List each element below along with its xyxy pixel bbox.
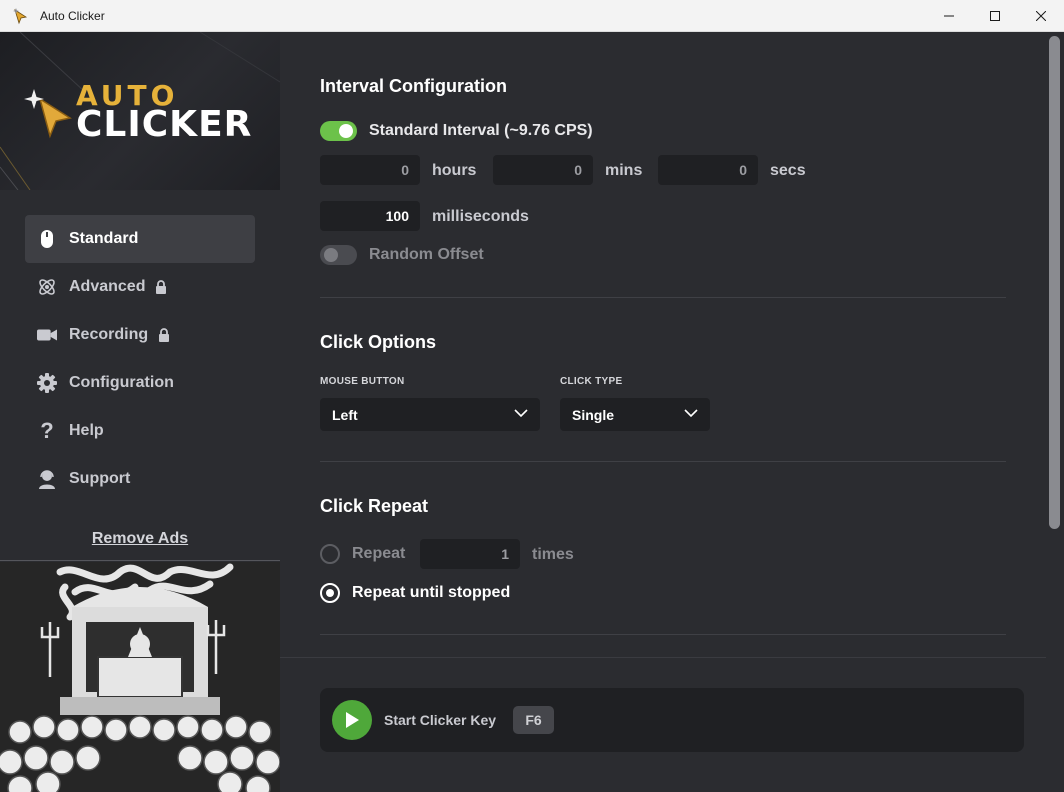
footer-divider (280, 657, 1046, 658)
toggle-knob (339, 124, 353, 138)
click-type-select[interactable]: Single (560, 398, 710, 431)
section-divider (320, 297, 1006, 298)
mouse-button-select[interactable]: Left (320, 398, 540, 431)
advertisement-image[interactable] (0, 562, 280, 792)
repeat-count-input[interactable]: 1 (420, 539, 520, 569)
title-bar: Auto Clicker (0, 0, 1064, 32)
secs-input[interactable]: 0 (658, 155, 758, 185)
atom-icon (37, 277, 57, 297)
video-camera-icon (37, 325, 57, 345)
sidebar-item-advanced[interactable]: Advanced (25, 263, 255, 311)
main-panel: Interval Configuration Standard Interval… (280, 32, 1046, 792)
mins-input[interactable]: 0 (493, 155, 593, 185)
mins-label: mins (605, 162, 643, 179)
repeat-radio[interactable] (320, 544, 340, 564)
start-clicker-panel: Start Clicker Key F6 (320, 688, 1024, 752)
sidebar-item-configuration[interactable]: Configuration (25, 359, 255, 407)
support-agent-icon (37, 469, 57, 489)
logo-text-clicker: CLICKER (76, 104, 253, 145)
ad-divider (0, 560, 280, 561)
milliseconds-input[interactable]: 100 (320, 201, 420, 231)
app-icon (13, 8, 28, 25)
gear-icon (37, 373, 57, 393)
milliseconds-label: milliseconds (432, 208, 529, 225)
close-icon (1036, 11, 1046, 21)
chevron-down-icon (514, 409, 528, 418)
scrollbar[interactable] (1046, 32, 1064, 658)
sidebar: AUTO CLICKER Standard Advanced Recording (0, 32, 280, 792)
section-title-click-repeat: Click Repeat (320, 496, 429, 516)
hours-label: hours (432, 162, 477, 179)
ad-illustration (0, 562, 280, 792)
minimize-button[interactable] (926, 0, 972, 32)
start-clicker-key-label: Start Clicker Key (384, 712, 497, 728)
sidebar-item-label: Help (69, 422, 104, 439)
click-type-value: Single (572, 406, 615, 423)
radio-dot (326, 589, 334, 597)
section-title-interval: Interval Configuration (320, 76, 508, 96)
play-icon (346, 712, 359, 728)
sidebar-item-label: Recording (69, 326, 149, 343)
mouse-button-label: MOUSE BUTTON (320, 376, 405, 387)
remove-ads-link[interactable]: Remove Ads (0, 530, 280, 548)
section-divider (320, 634, 1006, 635)
scrollbar-thumb[interactable] (1049, 36, 1060, 529)
maximize-icon (990, 11, 1000, 21)
repeat-label: Repeat (352, 545, 406, 562)
random-offset-label: Random Offset (369, 246, 484, 263)
logo-cursor-icon (24, 89, 72, 139)
toggle-knob (324, 248, 338, 262)
hotkey-badge[interactable]: F6 (513, 706, 554, 734)
sidebar-item-recording[interactable]: Recording (25, 311, 255, 359)
random-offset-toggle[interactable] (320, 245, 357, 265)
sidebar-item-help[interactable]: ? Help (25, 407, 255, 455)
close-button[interactable] (1018, 0, 1064, 32)
start-button[interactable] (332, 700, 372, 740)
mouse-button-value: Left (332, 406, 358, 423)
question-mark-icon: ? (40, 418, 54, 443)
click-type-label: CLICK TYPE (560, 376, 623, 387)
standard-interval-toggle[interactable] (320, 121, 357, 141)
section-divider (320, 461, 1006, 462)
window-title: Auto Clicker (40, 9, 105, 23)
sidebar-item-standard[interactable]: Standard (25, 215, 255, 263)
secs-label: secs (770, 162, 806, 179)
repeat-until-stopped-label: Repeat until stopped (352, 584, 511, 601)
repeat-times-label: times (532, 546, 574, 563)
standard-interval-label: Standard Interval (~9.76 CPS) (369, 122, 593, 139)
sidebar-item-support[interactable]: Support (25, 455, 255, 503)
mouse-icon (37, 229, 57, 249)
repeat-until-stopped-radio[interactable] (320, 583, 340, 603)
lock-icon (155, 280, 167, 294)
section-title-click-options: Click Options (320, 332, 437, 352)
sidebar-item-label: Configuration (69, 374, 174, 391)
sidebar-item-label: Advanced (69, 278, 146, 295)
chevron-down-icon (684, 409, 698, 418)
hours-input[interactable]: 0 (320, 155, 420, 185)
sidebar-item-label: Standard (69, 230, 139, 247)
logo-banner: AUTO CLICKER (0, 32, 280, 190)
minimize-icon (944, 15, 954, 17)
sidebar-item-label: Support (69, 470, 131, 487)
lock-icon (158, 328, 170, 342)
maximize-button[interactable] (972, 0, 1018, 32)
